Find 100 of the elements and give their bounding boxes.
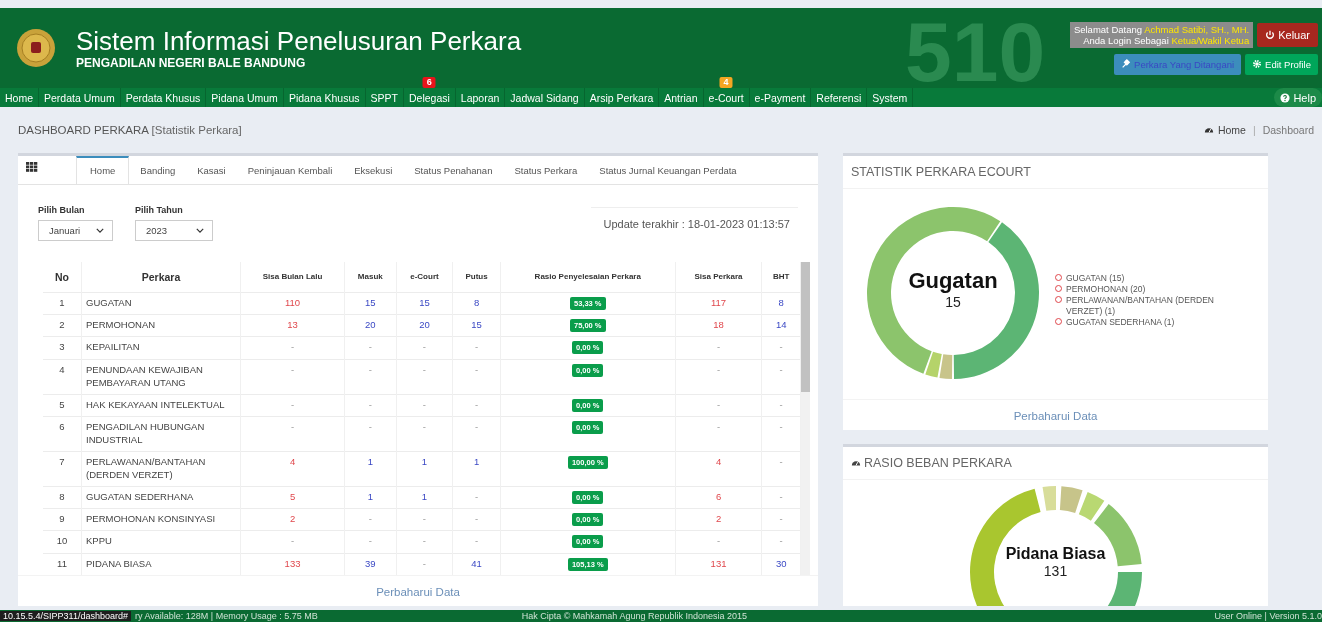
power-icon (1265, 29, 1276, 40)
table-cell: - (675, 359, 762, 395)
edit-profile-button[interactable]: Edit Profile (1245, 53, 1318, 75)
table-cell: PERLAWANAN/BANTAHAN (DERDEN VERZET) (81, 451, 241, 487)
dashboard-icon (1203, 125, 1214, 135)
table-cell: - (396, 508, 453, 531)
table-cell: - (761, 394, 801, 417)
table-cell: 18 (675, 314, 762, 337)
table-cell: 15 (396, 292, 453, 315)
page-title: DASHBOARD PERKARA [Statistik Perkara] (18, 124, 242, 136)
nav-menu-item[interactable]: System (867, 88, 913, 107)
nav-menu-item[interactable]: Referensi (811, 88, 867, 107)
chart-center-label: Pidana Biasa (1005, 545, 1106, 563)
table-cell: - (675, 530, 762, 554)
table-cell: HAK KEKAYAAN INTELEKTUAL (81, 394, 241, 417)
dropdown[interactable]: 2023 (135, 219, 213, 241)
memory-info: ry Available: 128M | Memory Usage : 5.75 MB (134, 611, 318, 621)
version-info: User Online | Version 5.1.0 (1214, 611, 1322, 621)
table-cell: - (675, 337, 762, 360)
nav-menu-item[interactable]: Antrian (659, 88, 703, 107)
table-cell: 1 (396, 451, 453, 487)
table-cell: - (452, 416, 501, 452)
tab[interactable]: Kasasi (186, 156, 237, 184)
table-cell: - (344, 508, 397, 531)
table-cell: - (675, 416, 762, 452)
logout-button[interactable]: Keluar (1257, 22, 1318, 47)
table-cell: 6 (675, 486, 762, 509)
table-cell: 4 (43, 359, 82, 395)
tab[interactable]: Banding (129, 156, 187, 184)
nav-menu-item[interactable]: Pidana Umum (206, 88, 283, 107)
nav-menu-item[interactable]: Delegasi (403, 88, 455, 107)
table-cell: - (344, 359, 397, 395)
table-cell: PIDANA BIASA (81, 553, 241, 575)
table-cell: 11 (43, 553, 82, 575)
table-cell: - (452, 530, 501, 554)
table-cell: 110 (240, 292, 345, 315)
tab[interactable]: Eksekusi (343, 156, 404, 184)
table-cell: 15 (344, 292, 397, 315)
tab[interactable]: Status Penahanan (403, 156, 504, 184)
table-cell: 15 (452, 314, 501, 337)
nav-menu-item[interactable]: Laporan (455, 88, 505, 107)
table-cell: 5 (43, 394, 82, 417)
nav-menu-item[interactable]: Home (0, 88, 38, 107)
grid-menu-icon[interactable] (26, 162, 38, 172)
table-cell: - (761, 486, 801, 509)
nav-menu-item[interactable]: Arsip Perkara (584, 88, 659, 107)
tab[interactable]: Status Jurnal Keuangan Perdata (588, 156, 748, 184)
count-badge: 4 (719, 77, 733, 88)
scrollbar-thumb[interactable] (801, 262, 810, 392)
panel-title: STATISTIK PERKARA ECOURT (843, 156, 1268, 189)
refresh-link[interactable]: Perbaharui Data (1013, 410, 1098, 422)
table-cell: 14 (761, 314, 801, 337)
table-cell: 39 (344, 553, 397, 575)
table-cell: KEPAILITAN (81, 337, 241, 360)
table-cell: - (240, 394, 345, 417)
table-cell: 2 (675, 508, 762, 531)
table-cell: 20 (344, 314, 397, 337)
filter-label: Pilih Bulan (38, 204, 86, 215)
user-greeting: Selamat Datang Achmad Satibi, SH., MH. Anda Login Sebagai Ketua/Wakil Ketua (1069, 21, 1254, 48)
column-header: Masuk (344, 262, 397, 293)
breadcrumb-link[interactable]: Home (1217, 124, 1246, 136)
table-cell: - (761, 337, 801, 360)
legend-label: PERMOHONAN (20) (1066, 284, 1146, 295)
table-cell: - (761, 508, 801, 531)
chart-center-label: Gugatan (908, 268, 998, 294)
count-badge: 6 (422, 77, 436, 88)
table-cell: GUGATAN (81, 292, 241, 315)
copyright-text: Hak Cipta © Mahkamah Agung Republik Indonesia 2015 (521, 611, 747, 621)
refresh-link[interactable]: Perbaharui Data (376, 586, 460, 598)
nav-menu-item[interactable]: Perdata Umum (39, 88, 120, 107)
tab[interactable]: Home (76, 156, 130, 184)
nav-menu-item[interactable]: Jadwal Sidang (505, 88, 584, 107)
chart-center-value: 131 (1043, 563, 1068, 579)
column-header: Sisa Perkara (675, 262, 762, 293)
table-cell: - (452, 486, 501, 509)
dashboard-icon (851, 458, 861, 468)
column-header: Rasio Penyelesaian Perkara (500, 262, 676, 293)
table-cell: 2 (43, 314, 82, 337)
breadcrumb-current: Dashboard (1262, 124, 1314, 136)
table-cell: - (344, 530, 397, 554)
table-cell: - (452, 508, 501, 531)
tab[interactable]: Status Perkara (503, 156, 589, 184)
nav-menu-item[interactable]: e-Court (703, 88, 749, 107)
table-cell: 1 (43, 292, 82, 315)
table-cell: PENGADILAN HUBUNGAN INDUSTRIAL (81, 416, 241, 452)
help-button[interactable]: Help (1274, 88, 1322, 107)
nav-menu-item[interactable]: SPPT (365, 88, 403, 107)
column-header: Perkara (81, 262, 241, 293)
nav-menu-item[interactable]: Pidana Khusus (283, 88, 365, 107)
table-cell: 13 (240, 314, 345, 337)
table-cell: - (396, 337, 453, 360)
status-url: 10.15.5.4/SIPP311/dashboard# (0, 611, 131, 621)
dropdown[interactable]: Januari (38, 219, 113, 241)
table-cell: 6 (43, 416, 82, 452)
tab[interactable]: Peninjauan Kembali (236, 156, 344, 184)
nav-menu-item[interactable]: Perdata Khusus (120, 88, 206, 107)
chevron-down-icon (196, 227, 204, 233)
court-emblem-icon (16, 28, 56, 68)
nav-menu-item[interactable]: e-Payment (749, 88, 811, 107)
table-cell: - (240, 530, 345, 554)
